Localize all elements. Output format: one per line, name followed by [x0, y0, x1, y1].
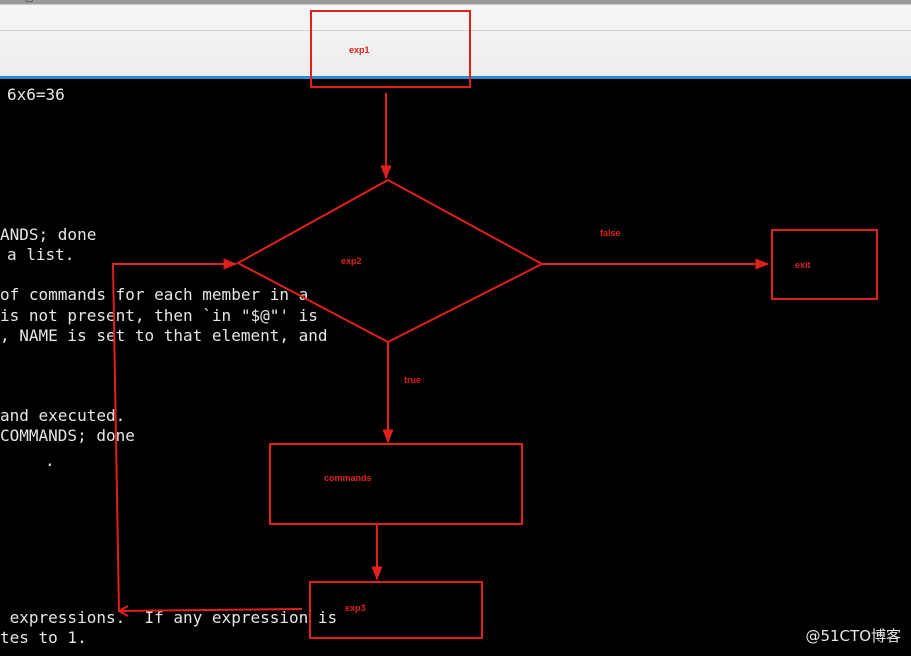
true-edge-label: true — [404, 375, 421, 385]
site-watermark: @51CTO博客 — [805, 627, 901, 645]
exp3-box — [309, 581, 483, 639]
exit-box — [771, 229, 878, 300]
false-edge-label: false — [600, 228, 621, 238]
exit-label: exit — [795, 260, 811, 270]
loop-back-arrow — [111, 258, 303, 613]
exp3-label: exp3 — [345, 603, 366, 613]
exp2-label: exp2 — [341, 256, 362, 266]
exp1-label: exp1 — [349, 45, 370, 55]
exp2-diamond — [235, 178, 545, 344]
exp1-box — [310, 10, 471, 88]
commands-label: commands — [324, 473, 372, 483]
commands-box — [269, 443, 523, 525]
flowchart-overlay: exp1 exp2 false exit true commands exp3 — [111, 10, 878, 639]
